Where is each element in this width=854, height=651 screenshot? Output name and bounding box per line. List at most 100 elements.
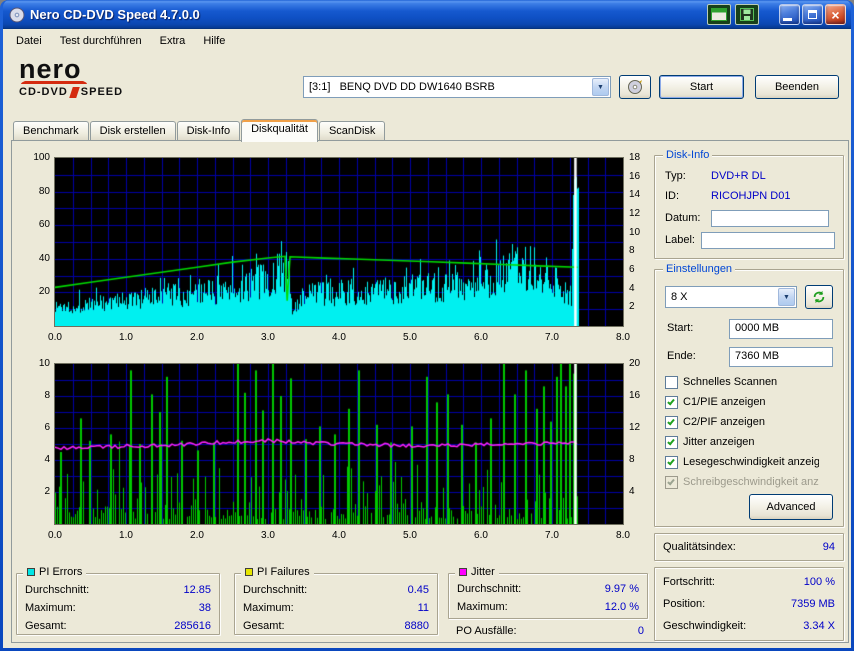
pif-chart-canvas (54, 363, 624, 525)
exit-button[interactable]: Beenden (755, 75, 839, 99)
stat-label: Maximum: (25, 602, 76, 614)
speed-selector[interactable]: 8 X ▼ (665, 286, 797, 308)
tabstrip: Benchmark Disk erstellen Disk-Info Diskq… (13, 118, 386, 141)
axis-label: 60 (16, 219, 50, 230)
label-field[interactable] (701, 232, 835, 249)
menu-hilfe[interactable]: Hilfe (194, 32, 234, 50)
drive-selector[interactable]: [3:1] BENQ DVD DD DW1640 BSRB ▼ (303, 76, 611, 98)
checkbox-c1-pie-anzeigen[interactable]: C1/PIE anzeigen (665, 394, 839, 410)
menu-datei[interactable]: Datei (7, 32, 51, 50)
axis-label: 2.0 (185, 332, 209, 343)
ende-mb-field[interactable]: 7360 MB (729, 347, 833, 367)
stat-value: 8880 (405, 620, 429, 632)
menu-test-durchfuehren[interactable]: Test durchführen (51, 32, 151, 50)
drive-selector-value: [3:1] BENQ DVD DD DW1640 BSRB (304, 81, 592, 93)
nero-logo: nero CD-DVD SPEED (19, 56, 169, 98)
quality-index-value: 94 (823, 541, 835, 553)
checkbox-label: C1/PIE anzeigen (683, 396, 766, 408)
pi-errors-caption: PI Errors (23, 566, 86, 578)
axis-label: 40 (16, 253, 50, 264)
refresh-button[interactable] (805, 285, 833, 309)
id-value: RICOHJPN D01 (711, 190, 790, 202)
dropdown-arrow-icon[interactable]: ▼ (778, 288, 795, 306)
axis-label: 3.0 (256, 332, 280, 343)
capture-window-icon[interactable] (707, 4, 731, 25)
checkbox-label: Schnelles Scannen (683, 376, 777, 388)
stat-label: Durchschnitt: (243, 584, 307, 596)
axis-label: 16 (629, 171, 651, 182)
checkbox-icon[interactable] (665, 396, 678, 409)
dropdown-arrow-icon[interactable]: ▼ (592, 78, 609, 96)
axis-label: 16 (629, 390, 651, 401)
axis-label: 4 (629, 283, 651, 294)
axis-label: 8.0 (611, 332, 635, 343)
axis-label: 8 (629, 245, 651, 256)
save-capture-icon[interactable] (735, 4, 759, 25)
axis-label: 1.0 (114, 332, 138, 343)
titlebar[interactable]: Nero CD-DVD Speed 4.7.0.0 × (3, 0, 851, 29)
checkbox-jitter-anzeigen[interactable]: Jitter anzeigen (665, 434, 839, 450)
checkbox-lesegeschwindigkeit[interactable]: Lesegeschwindigkeit anzeigen (665, 454, 839, 470)
axis-label: 12 (629, 422, 651, 433)
checkbox-icon[interactable] (665, 436, 678, 449)
minimize-button[interactable] (779, 4, 800, 25)
close-button[interactable]: × (825, 4, 846, 25)
po-failures-row: PO Ausfälle: 0 (456, 625, 644, 639)
axis-label: 18 (629, 152, 651, 163)
axis-label: 5.0 (398, 332, 422, 343)
axis-label: 10 (16, 358, 50, 369)
tab-disk-erstellen[interactable]: Disk erstellen (90, 121, 176, 141)
tab-benchmark[interactable]: Benchmark (13, 121, 89, 141)
eject-disc-button[interactable] (619, 75, 651, 99)
pi-failures-statbox: PI Failures Durchschnitt:0.45 Maximum:11… (234, 573, 438, 635)
checkbox-c2-pif-anzeigen[interactable]: C2/PIF anzeigen (665, 414, 839, 430)
client-area: Datei Test durchführen Extra Hilfe nero … (3, 29, 851, 648)
settings-group: Einstellungen 8 X ▼ Start: 0000 MB Ende: (654, 269, 844, 527)
tab-diskqualitaet[interactable]: Diskqualität (241, 119, 318, 142)
checkbox-schnelles-scannen[interactable]: Schnelles Scannen (665, 374, 839, 390)
stat-label: Gesamt: (243, 620, 285, 632)
maximize-button[interactable] (802, 4, 823, 25)
axis-label: 3.0 (256, 530, 280, 541)
start-mb-field[interactable]: 0000 MB (729, 319, 833, 339)
pie-chart-canvas (54, 157, 624, 327)
advanced-button[interactable]: Advanced (749, 494, 833, 520)
axis-label: 2 (16, 486, 50, 497)
axis-label: 0.0 (43, 332, 67, 343)
logo-speed-text: SPEED (81, 86, 123, 98)
start-mb-label: Start: (667, 322, 693, 334)
checkbox-icon[interactable] (665, 456, 678, 469)
speed-value: 3.34 X (803, 620, 835, 632)
po-failures-value: 0 (638, 625, 644, 637)
pi-errors-title: PI Errors (39, 566, 82, 578)
start-button[interactable]: Start (659, 75, 744, 99)
tab-disk-info[interactable]: Disk-Info (177, 121, 240, 141)
settings-group-title: Einstellungen (663, 263, 735, 275)
datum-field[interactable] (711, 210, 829, 227)
checkbox-icon[interactable] (665, 376, 678, 389)
axis-label: 1.0 (114, 530, 138, 541)
axis-label: 8.0 (611, 530, 635, 541)
stat-label: Durchschnitt: (457, 583, 521, 595)
speed-selector-value: 8 X (666, 291, 778, 303)
id-label: ID: (665, 190, 679, 202)
jitter-title: Jitter (471, 566, 495, 578)
menu-extra[interactable]: Extra (151, 32, 195, 50)
axis-label: 6.0 (469, 332, 493, 343)
ende-mb-label: Ende: (667, 350, 696, 362)
checkbox-icon[interactable] (665, 416, 678, 429)
axis-label: 4.0 (327, 332, 351, 343)
logo-cddvd-text: CD-DVD (19, 86, 68, 98)
stat-value: 12.85 (183, 584, 211, 596)
refresh-icon (812, 289, 826, 305)
axis-label: 12 (629, 208, 651, 219)
stat-value: 11 (418, 602, 429, 614)
axis-label: 8 (629, 454, 651, 465)
typ-label: Typ: (665, 170, 686, 182)
stat-value: 12.0 % (605, 601, 639, 613)
label-label: Label: (665, 234, 695, 246)
checkmark-icon (667, 477, 675, 485)
checkbox-label: Lesegeschwindigkeit anzeigen (683, 456, 819, 468)
stat-label: Gesamt: (25, 620, 67, 632)
tab-scandisk[interactable]: ScanDisk (319, 121, 385, 141)
